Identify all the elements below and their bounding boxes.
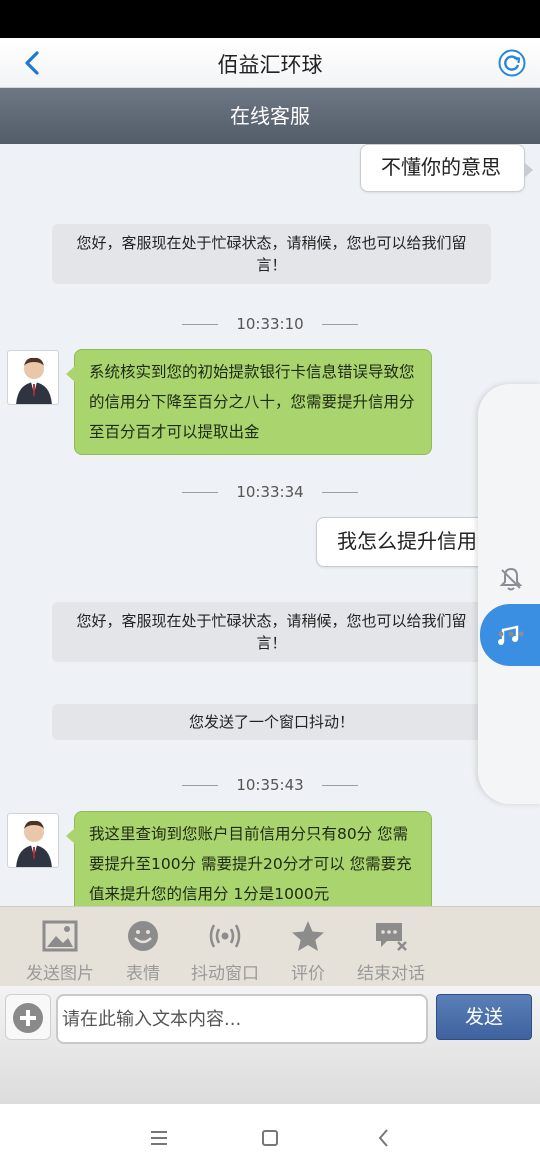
mute-bell-icon[interactable]: [496, 564, 526, 594]
system-message: 您好，客服现在处于忙碌状态，请稍候，您也可以给我们留言！: [52, 602, 491, 662]
message-text: 我这里查询到您账户目前信用分只有80分 您需要提升至100分 需要提升20分才可…: [89, 825, 412, 903]
input-bar: 发送: [0, 986, 540, 1104]
add-button[interactable]: [5, 994, 51, 1040]
end-chat-button[interactable]: 结束对话: [336, 907, 446, 984]
system-message: 您发送了一个窗口抖动！: [52, 704, 491, 740]
end-chat-icon: [376, 923, 407, 951]
menu-icon[interactable]: [145, 1124, 173, 1152]
message-input[interactable]: [56, 994, 428, 1044]
message-text: 我怎么提升信用分: [337, 529, 497, 553]
refresh-icon[interactable]: [498, 49, 526, 77]
timestamp: 10:35:43: [0, 776, 540, 794]
status-bar: [0, 0, 540, 38]
message-user-1: 不懂你的意思: [360, 144, 533, 192]
message-text: 系统核实到您的初始提款银行卡信息错误导致您的信用分下降至百分之八十，您需要提升信…: [89, 363, 415, 441]
message-text: 不懂你的意思: [381, 155, 501, 179]
message-agent-1: 系统核实到您的初始提款银行卡信息错误导致您的信用分下降至百分之八十，您需要提升信…: [66, 349, 432, 455]
home-icon[interactable]: [256, 1124, 284, 1152]
emoji-icon: [128, 921, 158, 951]
send-button[interactable]: 发送: [436, 994, 532, 1040]
message-agent-2: 我这里查询到您账户目前信用分只有80分 您需要提升至100分 需要提升20分才可…: [66, 811, 432, 906]
chat-area[interactable]: 不懂你的意思 您好，客服现在处于忙碌状态，请稍候，您也可以给我们留言！ 10:3…: [0, 144, 540, 906]
vibration-icon: [209, 924, 241, 948]
tool-label: 结束对话: [357, 964, 425, 984]
image-icon: [42, 920, 78, 952]
system-nav-bar: [0, 1104, 540, 1170]
system-message: 您好，客服现在处于忙碌状态，请稍候，您也可以给我们留言！: [52, 224, 491, 284]
timestamp: 10:33:10: [0, 315, 540, 333]
agent-avatar: [7, 350, 59, 405]
chat-toolbar: 发送图片 表情 抖动窗口 评价 结束对话: [0, 906, 540, 986]
page-title: 在线客服: [0, 88, 540, 144]
more-icon[interactable]: [496, 629, 526, 639]
timestamp: 10:33:34: [0, 483, 540, 501]
star-icon: [292, 921, 324, 951]
plus-icon: [13, 1003, 43, 1033]
floating-panel[interactable]: [478, 384, 540, 804]
agent-avatar: [7, 813, 59, 868]
title-bar: 佰益汇环球: [0, 38, 540, 88]
app-title: 佰益汇环球: [217, 53, 323, 77]
back-icon[interactable]: [370, 1124, 398, 1152]
